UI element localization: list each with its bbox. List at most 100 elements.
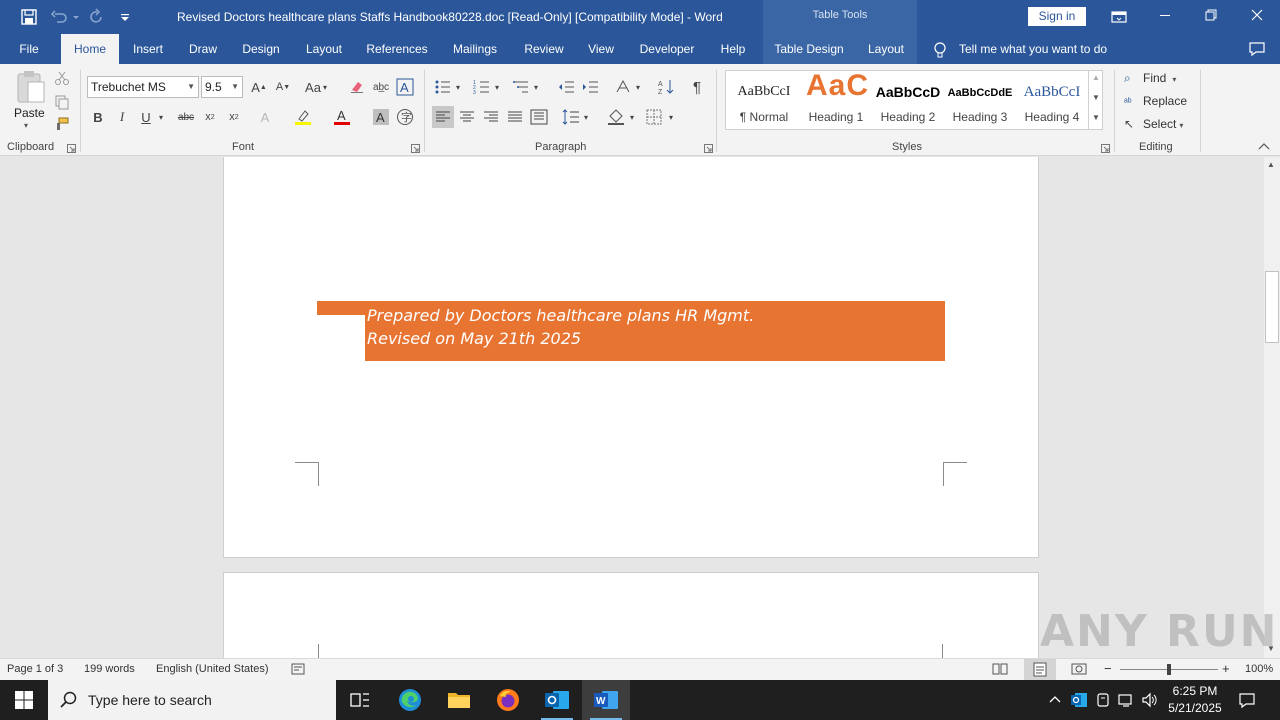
style-heading-4[interactable]: AaBbCcI Heading 4	[1016, 71, 1088, 129]
style-heading-2[interactable]: AaBbCcD Heading 2	[872, 71, 944, 129]
tab-help[interactable]: Help	[713, 34, 753, 64]
styles-more-icon[interactable]: ▼	[1092, 113, 1100, 122]
undo-dropdown-icon[interactable]	[72, 8, 80, 26]
vertical-scrollbar[interactable]: ▲ ▼	[1264, 157, 1280, 658]
close-button[interactable]	[1234, 0, 1280, 32]
clipboard-launcher-icon[interactable]	[67, 144, 76, 153]
document-page-2[interactable]	[223, 572, 1039, 658]
task-view-button[interactable]	[336, 680, 384, 720]
comments-icon[interactable]	[1248, 40, 1266, 58]
tab-layout[interactable]: Layout	[298, 34, 350, 64]
tab-file[interactable]: File	[8, 34, 50, 64]
tab-home[interactable]: Home	[61, 34, 119, 64]
taskbar-search-box[interactable]: Type here to search	[48, 680, 336, 720]
borders-dropdown-icon[interactable]: ▾	[665, 106, 677, 128]
align-center-icon[interactable]	[456, 106, 478, 128]
paste-icon[interactable]	[14, 70, 48, 106]
style-heading-3[interactable]: AaBbCcDdE Heading 3	[944, 71, 1016, 129]
font-size-combo[interactable]: 9.5 ▼	[201, 76, 243, 98]
outlook-tray-icon[interactable]	[1070, 691, 1088, 709]
show-formatting-marks-icon[interactable]: ¶	[686, 76, 708, 98]
styles-launcher-icon[interactable]	[1101, 144, 1110, 153]
bullets-icon[interactable]	[432, 76, 454, 98]
style-normal[interactable]: AaBbCcI ¶ Normal	[728, 71, 800, 129]
align-left-icon[interactable]	[432, 106, 454, 128]
scroll-down-icon[interactable]: ▼	[1092, 93, 1100, 102]
tab-view[interactable]: View	[581, 34, 621, 64]
undo-icon[interactable]	[50, 8, 68, 26]
superscript-icon[interactable]: x2	[223, 106, 245, 128]
file-explorer-button[interactable]	[435, 680, 483, 720]
shading-dropdown-icon[interactable]: ▾	[626, 106, 638, 128]
tab-references[interactable]: References	[362, 34, 432, 64]
find-button[interactable]: ⌕ Find ▾	[1124, 71, 1176, 86]
grow-font-icon[interactable]: A ▲	[248, 76, 270, 98]
highlight-color-icon[interactable]	[292, 106, 314, 128]
tab-review[interactable]: Review	[517, 34, 571, 64]
show-hidden-icons[interactable]	[1046, 691, 1064, 709]
outlook-app-button[interactable]	[533, 680, 581, 720]
tab-developer[interactable]: Developer	[633, 34, 701, 64]
tab-mailings[interactable]: Mailings	[446, 34, 504, 64]
paragraph-launcher-icon[interactable]	[704, 144, 713, 153]
paste-dropdown-icon[interactable]: ▾	[24, 121, 28, 130]
borders-icon[interactable]	[643, 106, 665, 128]
line-spacing-dropdown-icon[interactable]: ▾	[580, 106, 592, 128]
accessibility-icon[interactable]	[291, 662, 305, 676]
scroll-up-icon[interactable]: ▲	[1092, 73, 1100, 82]
copy-icon[interactable]	[51, 91, 73, 113]
style-heading-1[interactable]: AaC Heading 1	[800, 71, 872, 129]
subscript-icon[interactable]: x2	[199, 106, 221, 128]
zoom-in-icon[interactable]: +	[1222, 661, 1230, 676]
device-tray-icon[interactable]	[1094, 691, 1112, 709]
page-count[interactable]: Page 1 of 3	[7, 663, 63, 675]
notification-center-icon[interactable]	[1238, 691, 1256, 709]
multilevel-list-icon[interactable]	[510, 76, 532, 98]
banner-table-cell[interactable]: Prepared by Doctors healthcare plans HR …	[365, 301, 945, 361]
scroll-up-arrow-icon[interactable]: ▲	[1267, 160, 1275, 169]
align-right-icon[interactable]	[480, 106, 502, 128]
underline-dropdown-icon[interactable]: ▾	[155, 106, 167, 128]
minimize-button[interactable]	[1142, 0, 1188, 32]
bold-icon[interactable]: B	[87, 106, 109, 128]
tab-insert[interactable]: Insert	[124, 34, 172, 64]
word-count[interactable]: 199 words	[84, 663, 135, 675]
phonetic-guide-icon[interactable]: ab̲c	[370, 76, 392, 98]
collapse-ribbon-icon[interactable]	[1257, 141, 1271, 151]
clear-formatting-icon[interactable]	[346, 76, 368, 98]
tab-table-design[interactable]: Table Design	[763, 34, 855, 64]
sort-icon[interactable]: AZ	[655, 76, 677, 98]
increase-indent-icon[interactable]	[579, 76, 601, 98]
multilevel-dropdown-icon[interactable]: ▾	[530, 76, 542, 98]
tab-table-layout[interactable]: Layout	[855, 34, 917, 64]
network-icon[interactable]	[1117, 691, 1135, 709]
scrollbar-thumb[interactable]	[1265, 271, 1279, 343]
font-color-icon[interactable]: A	[331, 106, 353, 128]
customize-qat-icon[interactable]	[118, 8, 132, 26]
volume-icon[interactable]	[1141, 691, 1159, 709]
tab-design[interactable]: Design	[236, 34, 286, 64]
sign-in-button[interactable]: Sign in	[1028, 7, 1086, 26]
zoom-slider-thumb[interactable]	[1167, 664, 1171, 675]
strikethrough-icon[interactable]: abc	[175, 106, 197, 128]
zoom-level[interactable]: 100%	[1245, 663, 1273, 675]
system-clock[interactable]: 6:25 PM 5/21/2025	[1160, 683, 1230, 717]
cut-icon[interactable]	[51, 67, 73, 89]
character-border-icon[interactable]: A	[394, 76, 416, 98]
zoom-out-icon[interactable]: −	[1104, 661, 1112, 676]
line-spacing-icon[interactable]	[560, 106, 582, 128]
font-launcher-icon[interactable]	[411, 144, 420, 153]
numbering-icon[interactable]: 123	[471, 76, 493, 98]
ribbon-display-options-icon[interactable]	[1110, 8, 1128, 26]
italic-icon[interactable]: I	[111, 106, 133, 128]
bullets-dropdown-icon[interactable]: ▾	[452, 76, 464, 98]
document-area[interactable]: Prepared by Doctors healthcare plans HR …	[0, 157, 1264, 658]
font-family-combo[interactable]: Trebuchet MS ▼	[87, 76, 199, 98]
start-button[interactable]	[0, 680, 48, 720]
shading-icon[interactable]	[605, 106, 627, 128]
enclose-characters-icon[interactable]: 字	[394, 106, 416, 128]
word-app-button[interactable]: W	[582, 680, 630, 720]
change-case-button[interactable]: Aa ▾	[300, 76, 332, 98]
asian-layout-icon[interactable]	[612, 76, 634, 98]
edge-app-button[interactable]	[386, 680, 434, 720]
